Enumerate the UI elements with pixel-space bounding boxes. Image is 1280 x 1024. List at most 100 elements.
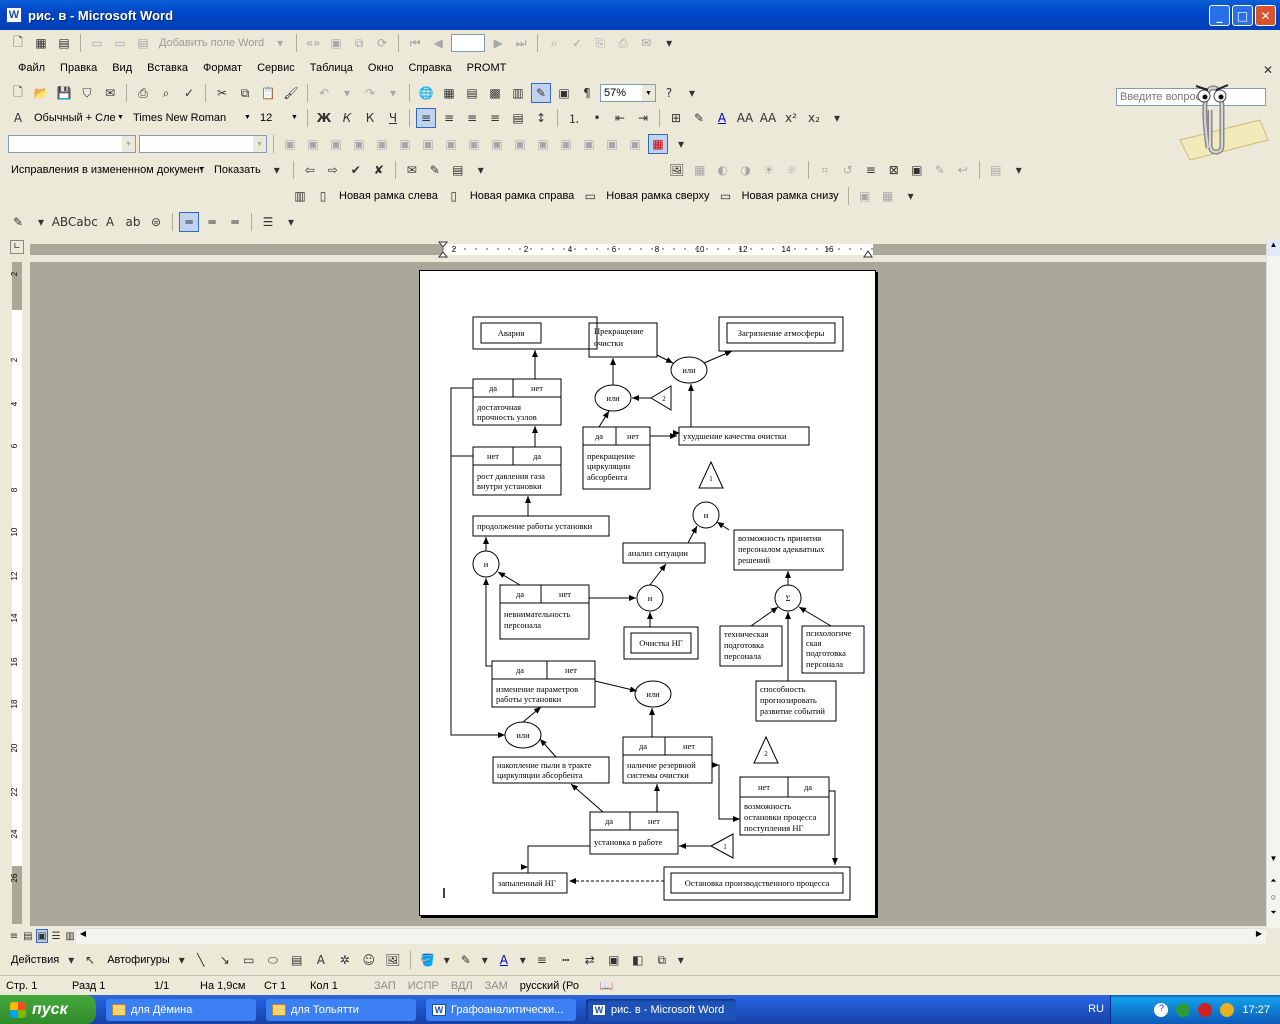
abc-outline-icon[interactable]: ABC [52, 212, 77, 232]
print-icon[interactable]: ⎙ [133, 83, 153, 103]
enclose-char-icon[interactable]: ⊜ [146, 212, 166, 232]
word-field-dropdown-icon[interactable]: ▾ [270, 33, 290, 53]
menu-file[interactable]: Файл [12, 62, 51, 74]
frame-top-icon[interactable]: ▭ [580, 186, 600, 206]
fill-color-dropdown-icon[interactable]: ▾ [442, 950, 452, 970]
bullets-icon[interactable]: • [587, 108, 607, 128]
maximize-button[interactable]: □ [1232, 5, 1253, 26]
spelling-icon[interactable]: ✓ [179, 83, 199, 103]
merge-fields-icon[interactable]: ▤ [133, 33, 153, 53]
toolbar-options-icon[interactable]: ▾ [659, 33, 679, 53]
form-icon-3[interactable]: ▣ [326, 134, 346, 154]
antivirus-tray-icon[interactable] [1198, 1002, 1213, 1017]
undo-dropdown-icon[interactable]: ▾ [337, 83, 357, 103]
form-icon-7[interactable]: ▣ [418, 134, 438, 154]
word-app-icon[interactable]: W [6, 7, 22, 23]
menu-help[interactable]: Справка [402, 62, 457, 74]
spelling-status-icon[interactable]: 📖 [594, 979, 620, 992]
grow-font-icon[interactable]: АА [735, 108, 755, 128]
form-icon-11[interactable]: ▣ [510, 134, 530, 154]
toolbar-options-icon-8[interactable]: ▾ [281, 212, 301, 232]
font-select[interactable]: Times New Roman ▼ [130, 109, 254, 127]
letter-a-icon[interactable]: A [100, 212, 120, 232]
tab-selector-icon[interactable]: ∟ [10, 240, 24, 254]
check-errors-icon[interactable]: ✓ [567, 33, 587, 53]
draw-font-color-dropdown-icon[interactable]: ▾ [518, 950, 528, 970]
scroll-down-icon[interactable]: ▼ [1267, 854, 1280, 868]
track-changes-icon[interactable]: ✎ [425, 160, 445, 180]
undo-icon[interactable]: ↶ [314, 83, 334, 103]
header-source-icon[interactable]: ▤ [54, 33, 74, 53]
outline-view-icon[interactable]: ☰ [50, 929, 62, 943]
close-button[interactable]: ✕ [1255, 5, 1276, 26]
reject-change-icon[interactable]: ✘ [369, 160, 389, 180]
less-brightness-icon[interactable]: ☼ [782, 160, 802, 180]
picture-tool-icon[interactable]: 🖼 [383, 950, 403, 970]
first-record-icon[interactable]: ⏮ [405, 33, 425, 53]
field-combo-1[interactable]: ▼ [8, 135, 136, 153]
status-record[interactable]: ЗАП [368, 980, 402, 992]
color-palette-icon[interactable]: ▦ [648, 134, 668, 154]
delete-frame-icon[interactable]: ▦ [878, 186, 898, 206]
highlight-fields-icon[interactable]: ▣ [326, 33, 346, 53]
line-style-icon[interactable]: ≡ [861, 160, 881, 180]
frame-bottom-icon[interactable]: ▭ [716, 186, 736, 206]
form-icon-4[interactable]: ▣ [349, 134, 369, 154]
strikethrough-icon[interactable]: К [360, 108, 380, 128]
less-contrast-icon[interactable]: ◑ [736, 160, 756, 180]
drawing-icon[interactable]: ✎ [531, 83, 551, 103]
toolbar-options-icon-5[interactable]: ▾ [471, 160, 491, 180]
draw-actions-dropdown-icon[interactable]: ▾ [66, 950, 76, 970]
scroll-up-icon[interactable]: ▲ [1267, 240, 1280, 256]
dash-style-icon[interactable]: ┅ [556, 950, 576, 970]
3d-style-icon[interactable]: ◧ [628, 950, 648, 970]
line-color-icon[interactable]: ✎ [456, 950, 476, 970]
distributed-icon[interactable]: ▤ [508, 108, 528, 128]
style-select[interactable]: Обычный + Сле ▼ [31, 109, 127, 127]
wordart-icon[interactable]: A [311, 950, 331, 970]
save-icon[interactable]: 💾 [54, 83, 74, 103]
line-spacing-icon[interactable]: ↕ [531, 108, 551, 128]
last-record-icon[interactable]: ⏭ [511, 33, 531, 53]
field-combo-2[interactable]: ▼ [139, 135, 267, 153]
highlight-pen-icon[interactable]: ✎ [8, 212, 28, 232]
single-line-icon[interactable]: ═ [179, 212, 199, 232]
toolbar-options-icon-7[interactable]: ▾ [901, 186, 921, 206]
match-fields-icon[interactable]: ⧉ [349, 33, 369, 53]
vertical-scrollbar[interactable]: ▲ ▼ ⏶ ○ ⏷ [1266, 240, 1280, 928]
help-icon[interactable]: ? [659, 83, 679, 103]
accept-change-icon[interactable]: ✔ [346, 160, 366, 180]
form-icon-1[interactable]: ▣ [280, 134, 300, 154]
triple-line-icon[interactable]: ═ [225, 212, 245, 232]
insert-comment-icon[interactable]: ✉ [402, 160, 422, 180]
permission-icon[interactable]: ⛉ [77, 83, 97, 103]
autoshapes-dropdown-icon[interactable]: ▾ [177, 950, 187, 970]
draw-actions-menu[interactable]: Действия [8, 954, 62, 966]
toolbar-options-icon-3[interactable]: ▾ [827, 108, 847, 128]
font-size-select[interactable]: 12 ▼ [257, 109, 301, 127]
web-layout-icon[interactable]: ▤ [22, 929, 34, 943]
merge-email-icon[interactable]: ✉ [636, 33, 656, 53]
task-folder-tolyatti[interactable]: для Тольятти [266, 998, 416, 1021]
bold-icon[interactable]: Ж [314, 108, 334, 128]
insert-greeting-icon[interactable]: ▭ [110, 33, 130, 53]
frame-properties-icon[interactable]: ▣ [855, 186, 875, 206]
propagate-labels-icon[interactable]: ⟳ [372, 33, 392, 53]
toolbar-options-icon-2[interactable]: ▾ [682, 83, 702, 103]
more-brightness-icon[interactable]: ☀ [759, 160, 779, 180]
align-right-icon[interactable]: ≡ [462, 108, 482, 128]
scroll-left-icon[interactable]: ◀ [76, 929, 90, 943]
next-page-icon[interactable]: ⏷ [1267, 908, 1280, 922]
status-extend[interactable]: ВДЛ [445, 980, 479, 992]
merge-printer-icon[interactable]: ⎙ [613, 33, 633, 53]
columns-list-icon[interactable]: ☰ [258, 212, 278, 232]
shrink-font-icon[interactable]: АА [758, 108, 778, 128]
align-center-icon[interactable]: ≡ [439, 108, 459, 128]
start-button[interactable]: пуск [0, 995, 96, 1024]
increase-indent-icon[interactable]: ⇥ [633, 108, 653, 128]
abc-stack-icon[interactable]: ab [123, 212, 143, 232]
new-document-icon[interactable]: 🗋 [8, 83, 28, 103]
form-icon-5[interactable]: ▣ [372, 134, 392, 154]
numbering-icon[interactable]: ⒈ [564, 108, 584, 128]
show-hide-icon[interactable]: ¶ [577, 83, 597, 103]
